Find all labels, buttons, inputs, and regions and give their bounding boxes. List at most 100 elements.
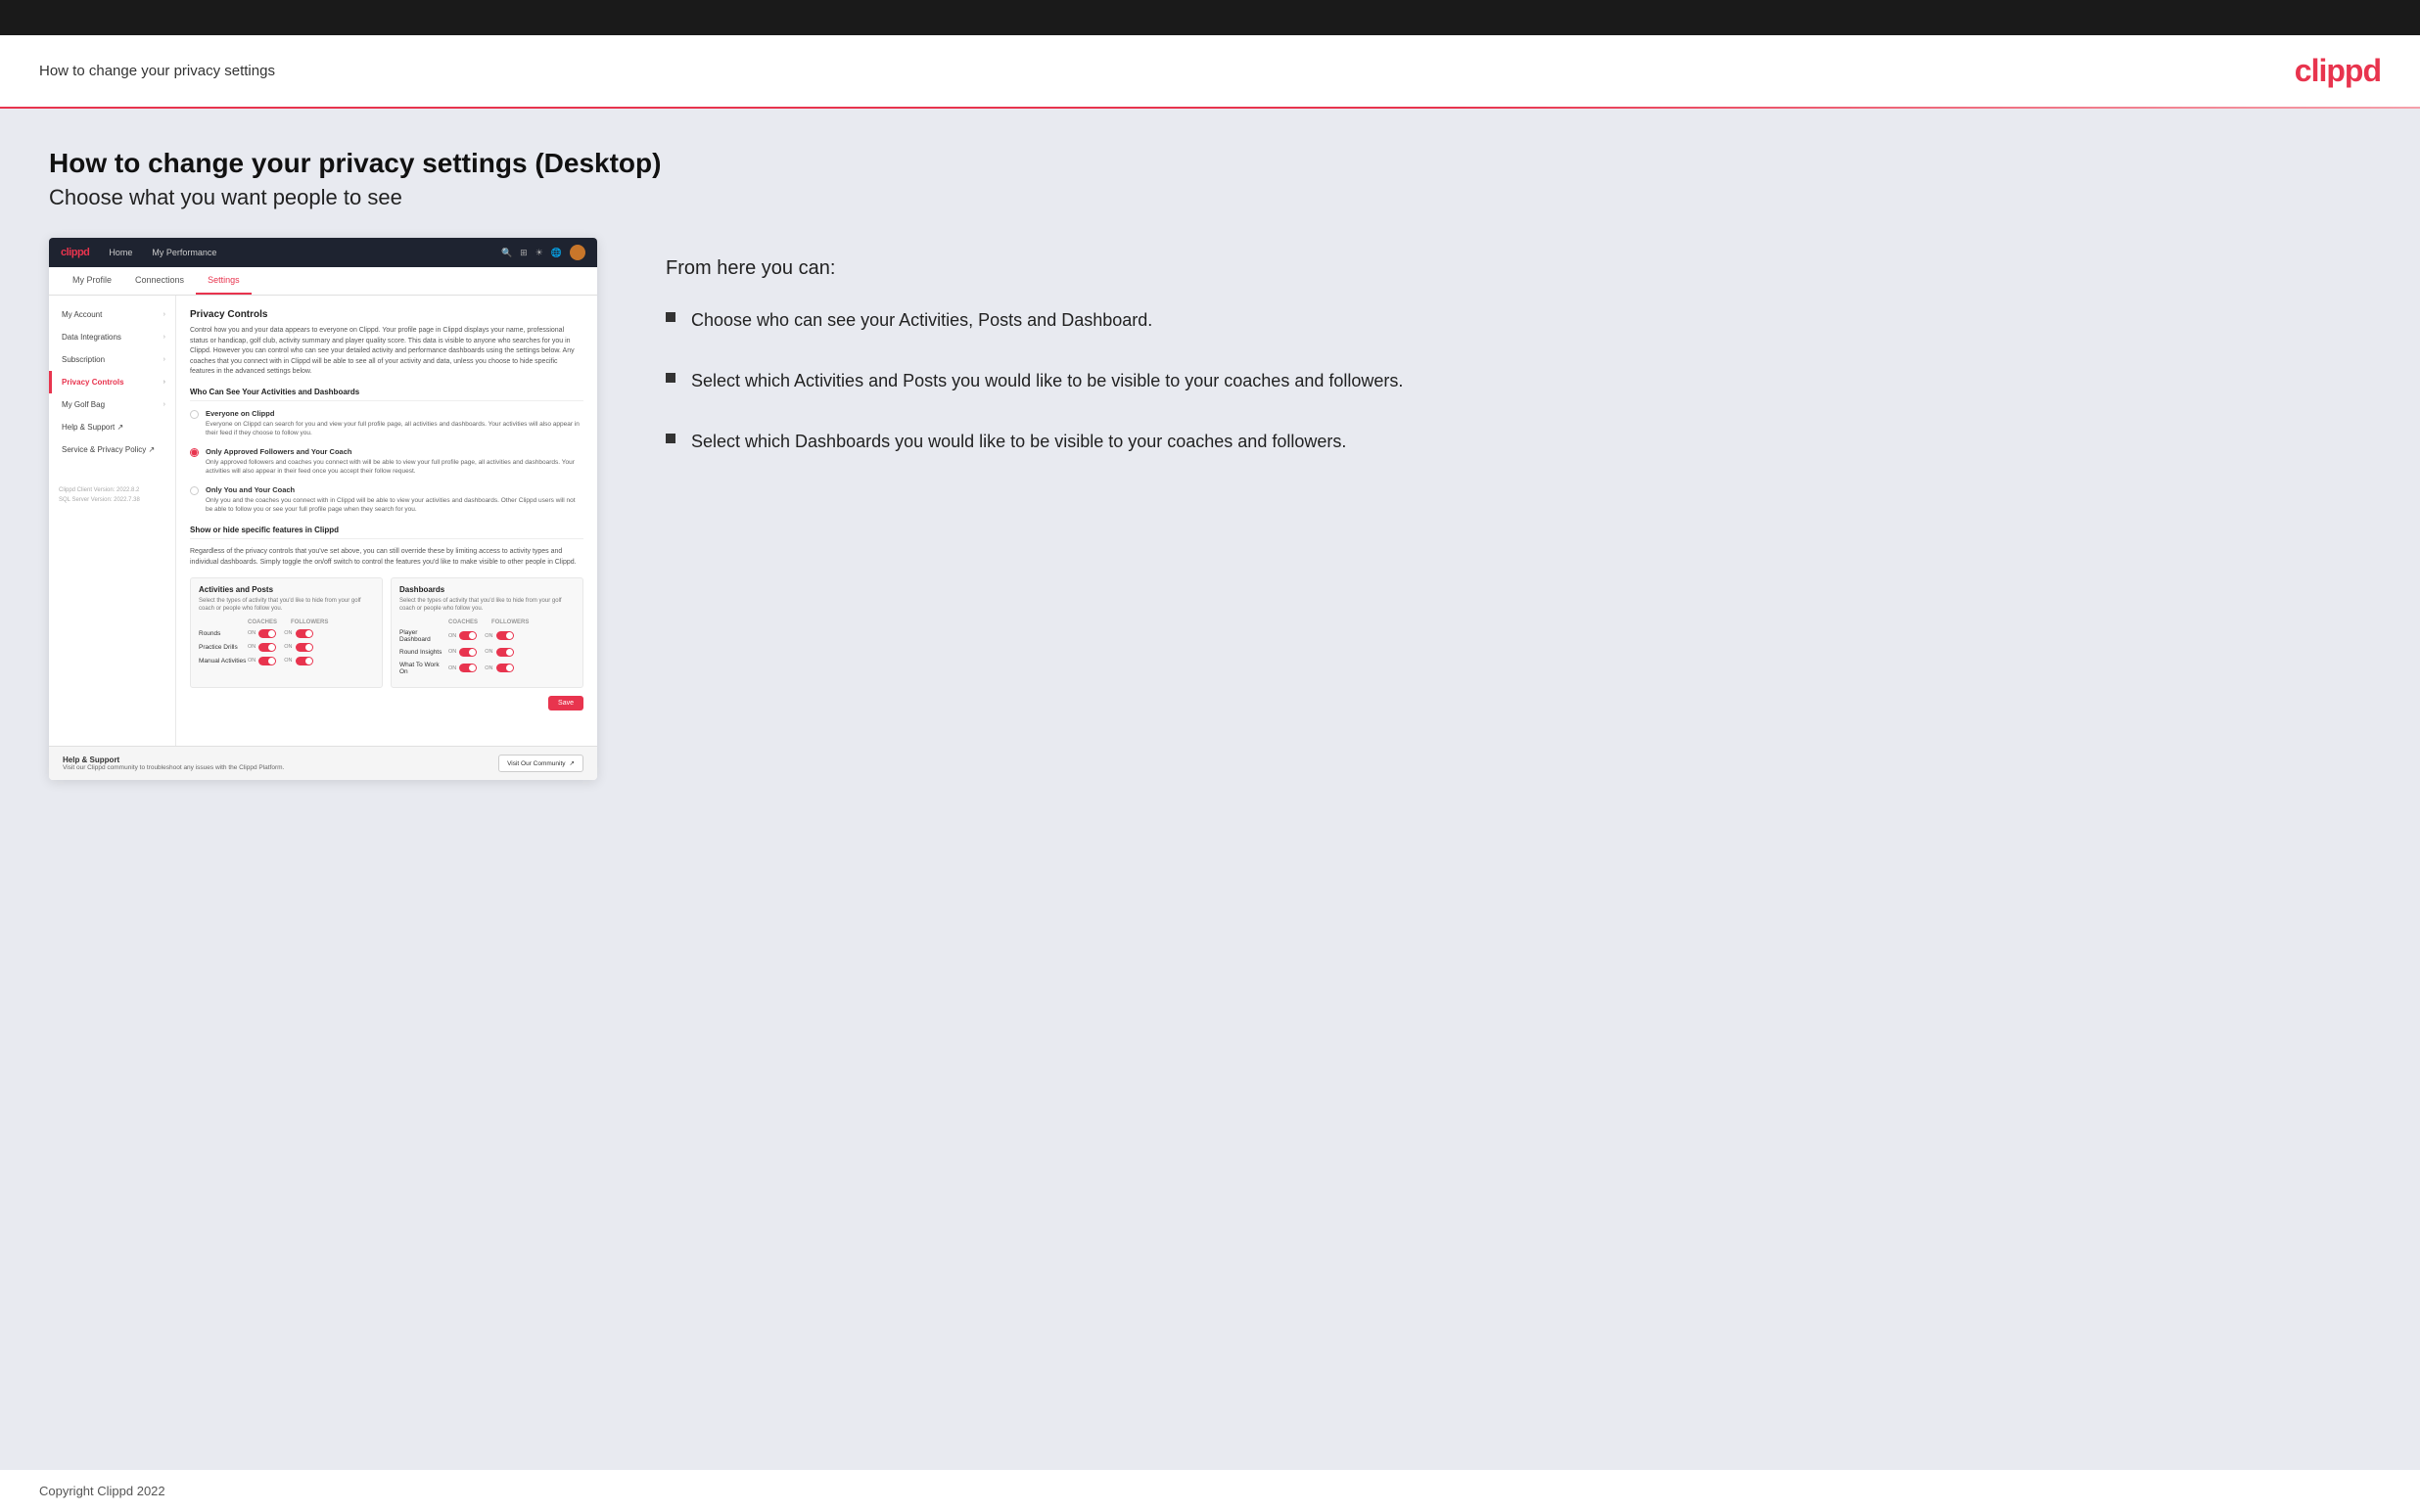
mock-sidebar-account[interactable]: My Account › <box>49 303 175 326</box>
mock-radio-circle-followers <box>190 448 199 457</box>
mock-sidebar-golfbag[interactable]: My Golf Bag › <box>49 393 175 416</box>
mock-dashboards-desc: Select the types of activity that you'd … <box>399 598 575 614</box>
copyright-text: Copyright Clippd 2022 <box>39 1484 165 1498</box>
mock-toggle-insights: Round Insights ON ON <box>399 648 575 657</box>
mock-subnav-profile[interactable]: My Profile <box>61 267 123 295</box>
mock-nav-performance: My Performance <box>152 248 216 257</box>
bullet-list: Choose who can see your Activities, Post… <box>666 307 2371 454</box>
mock-toggle-rounds-follower-switch[interactable] <box>296 629 313 638</box>
mock-toggle-manual-follower[interactable]: ON <box>284 657 312 665</box>
mock-radio-desc-coach: Only you and the coaches you connect wit… <box>206 496 583 514</box>
mock-toggle-manual-coach[interactable]: ON <box>248 657 276 665</box>
chevron-icon: › <box>163 356 165 363</box>
chevron-icon: › <box>163 334 165 341</box>
mock-toggle-player: Player Dashboard ON ON <box>399 629 575 643</box>
mock-toggle-insights-coach[interactable]: ON <box>448 648 477 657</box>
mock-radio-label-coach: Only You and Your Coach <box>206 485 583 494</box>
mock-activities-section: Activities and Posts Select the types of… <box>190 577 383 688</box>
external-link-icon: ↗ <box>570 759 575 767</box>
screenshot-mockup: clippd Home My Performance 🔍 ⊞ ☀ 🌐 My Pr… <box>49 238 597 780</box>
mock-radio-coach[interactable]: Only You and Your Coach Only you and the… <box>190 485 583 514</box>
mock-sidebar-help[interactable]: Help & Support ↗ <box>49 416 175 438</box>
mock-toggle-rounds-coach[interactable]: ON <box>248 629 276 638</box>
main-content: How to change your privacy settings (Des… <box>0 109 2420 1470</box>
mock-privacy-title: Privacy Controls <box>190 309 583 320</box>
mock-radio-label-followers: Only Approved Followers and Your Coach <box>206 447 583 456</box>
right-panel-title: From here you can: <box>666 257 2371 280</box>
mock-nav-home: Home <box>109 248 132 257</box>
mock-radio-everyone[interactable]: Everyone on Clippd Everyone on Clippd ca… <box>190 409 583 437</box>
mock-bell-icon: ☀ <box>535 248 543 258</box>
mock-toggle-insights-follower[interactable]: ON <box>485 648 513 657</box>
mock-search-icon: 🔍 <box>501 248 512 258</box>
mock-sidebar-privacy[interactable]: Privacy Controls › <box>49 371 175 393</box>
mock-help-desc: Visit our Clippd community to troublesho… <box>63 764 284 771</box>
mock-privacy-desc: Control how you and your data appears to… <box>190 326 583 378</box>
page-subheading: Choose what you want people to see <box>49 185 2371 210</box>
bullet-item-1: Choose who can see your Activities, Post… <box>666 307 2371 333</box>
mock-radio-desc-followers: Only approved followers and coaches you … <box>206 458 583 476</box>
mock-toggle-insights-coach-switch[interactable] <box>459 648 477 657</box>
mock-save-button[interactable]: Save <box>548 696 583 710</box>
header-title: How to change your privacy settings <box>39 63 275 79</box>
mock-toggle-drills-coach-switch[interactable] <box>258 643 276 652</box>
mock-toggle-player-follower-switch[interactable] <box>496 631 514 640</box>
mock-activities-desc: Select the types of activity that you'd … <box>199 598 374 614</box>
mock-toggle-drills-coach[interactable]: ON <box>248 643 276 652</box>
mock-toggle-workson-coach[interactable]: ON <box>448 664 477 672</box>
mock-avatar <box>570 245 585 260</box>
mock-activities-header: COACHES FOLLOWERS <box>199 619 374 625</box>
bullet-square-2 <box>666 373 675 383</box>
mock-toggle-drills-follower-switch[interactable] <box>296 643 313 652</box>
mock-visit-community-button[interactable]: Visit Our Community ↗ <box>498 755 583 772</box>
bullet-square-3 <box>666 434 675 443</box>
mock-main-panel: Privacy Controls Control how you and you… <box>176 296 597 746</box>
mock-sidebar-version: Clippd Client Version: 2022.8.2SQL Serve… <box>49 481 175 511</box>
mock-radio-desc-everyone: Everyone on Clippd can search for you an… <box>206 420 583 437</box>
mock-toggle-workson: What To Work On ON ON <box>399 662 575 675</box>
mock-toggle-manual-follower-switch[interactable] <box>296 657 313 665</box>
mock-toggle-drills-follower[interactable]: ON <box>284 643 312 652</box>
mock-sidebar-subscription[interactable]: Subscription › <box>49 348 175 371</box>
mock-dashboards-title: Dashboards <box>399 585 575 594</box>
mock-subnav-connections[interactable]: Connections <box>123 267 196 295</box>
mock-sidebar-data[interactable]: Data Integrations › <box>49 326 175 348</box>
top-bar <box>0 0 2420 35</box>
mock-toggle-workson-coach-switch[interactable] <box>459 664 477 672</box>
mock-save-row: Save <box>190 696 583 710</box>
mock-toggle-rounds-follower[interactable]: ON <box>284 629 312 638</box>
bullet-text-3: Select which Dashboards you would like t… <box>691 429 1346 454</box>
mock-subnav: My Profile Connections Settings <box>49 267 597 296</box>
mock-toggle-rounds-coach-switch[interactable] <box>258 629 276 638</box>
mock-dashboards-header: COACHES FOLLOWERS <box>399 619 575 625</box>
bullet-item-3: Select which Dashboards you would like t… <box>666 429 2371 454</box>
mock-dashboards-section: Dashboards Select the types of activity … <box>391 577 583 688</box>
chevron-icon: › <box>163 401 165 408</box>
mock-globe-icon: 🌐 <box>551 248 562 258</box>
mock-toggle-rounds: Rounds ON ON <box>199 629 374 638</box>
bullet-square-1 <box>666 312 675 322</box>
bullet-item-2: Select which Activities and Posts you wo… <box>666 368 2371 393</box>
mock-toggle-manual-coach-switch[interactable] <box>258 657 276 665</box>
mock-show-hide-desc: Regardless of the privacy controls that … <box>190 547 583 568</box>
mock-help-bar: Help & Support Visit our Clippd communit… <box>49 746 597 780</box>
mock-toggle-player-coach-switch[interactable] <box>459 631 477 640</box>
bullet-text-1: Choose who can see your Activities, Post… <box>691 307 1152 333</box>
mock-toggle-workson-follower-switch[interactable] <box>496 664 514 672</box>
mock-toggle-insights-follower-switch[interactable] <box>496 648 514 657</box>
mock-subnav-settings[interactable]: Settings <box>196 267 252 295</box>
mock-radio-label-everyone: Everyone on Clippd <box>206 409 583 418</box>
bullet-text-2: Select which Activities and Posts you wo… <box>691 368 1403 393</box>
mock-radio-followers[interactable]: Only Approved Followers and Your Coach O… <box>190 447 583 476</box>
mock-radio-circle-coach <box>190 486 199 495</box>
mock-grid-icon: ⊞ <box>520 248 528 258</box>
mock-toggles-row: Activities and Posts Select the types of… <box>190 577 583 688</box>
mock-toggle-player-follower[interactable]: ON <box>485 631 513 640</box>
mock-sidebar-service[interactable]: Service & Privacy Policy ↗ <box>49 438 175 461</box>
page-heading: How to change your privacy settings (Des… <box>49 148 2371 179</box>
content-columns: clippd Home My Performance 🔍 ⊞ ☀ 🌐 My Pr… <box>49 238 2371 780</box>
mock-toggle-player-coach[interactable]: ON <box>448 631 477 640</box>
mock-help-text: Help & Support Visit our Clippd communit… <box>63 756 284 771</box>
mock-toggle-workson-follower[interactable]: ON <box>485 664 513 672</box>
mock-logo: clippd <box>61 247 89 258</box>
